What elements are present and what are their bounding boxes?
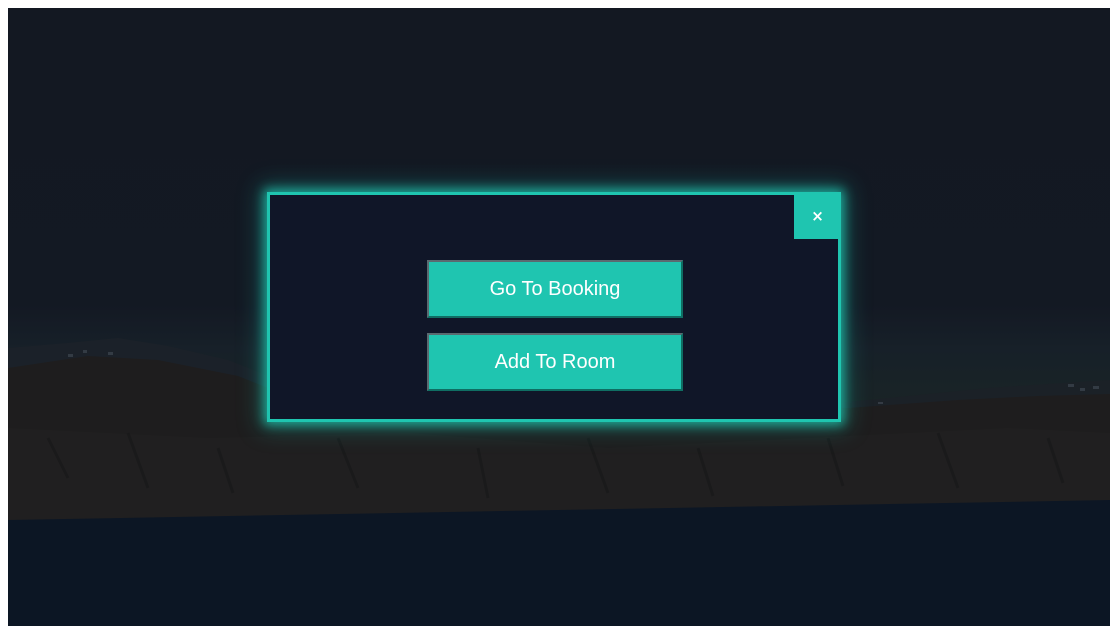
go-to-booking-button[interactable]: Go To Booking (427, 260, 683, 318)
page-viewport: × Go To Booking Add To Room (8, 8, 1110, 626)
action-modal: × Go To Booking Add To Room (267, 192, 841, 422)
close-icon: × (811, 206, 824, 225)
add-to-room-button[interactable]: Add To Room (427, 333, 683, 391)
close-button[interactable]: × (794, 192, 841, 239)
